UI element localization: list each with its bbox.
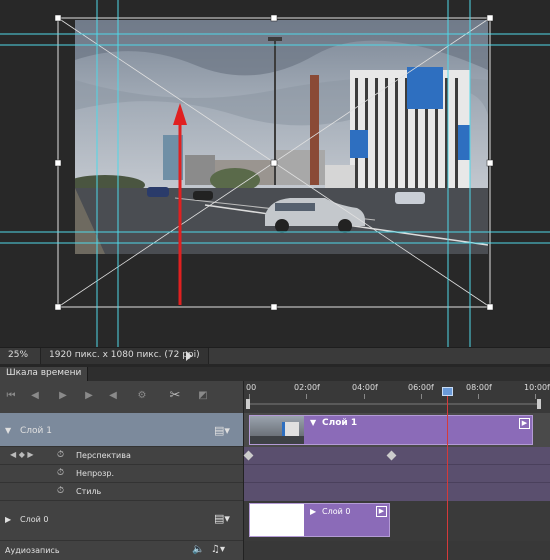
keyframe-diamond[interactable] [386, 450, 397, 461]
audio-track-label: Аудиозапись [5, 546, 60, 555]
settings-gear-icon[interactable]: ⚙ [135, 389, 149, 403]
expand-toggle-icon[interactable]: ▶ [5, 515, 11, 524]
ruler-label: 06:00f [408, 383, 434, 392]
tracks-area[interactable]: ▼ Слой 1 ▶ ▶ Слой 0 ▶ [243, 413, 550, 560]
clip-title: Слой 0 [322, 507, 351, 516]
ruler-label: 10:00f [524, 383, 550, 392]
ruler-tick [478, 394, 479, 399]
clip-layer-1[interactable]: ▼ Слой 1 ▶ [249, 415, 533, 445]
ruler-label: 00 [246, 383, 257, 392]
document-canvas[interactable] [0, 0, 550, 347]
property-label: Стиль [76, 487, 102, 496]
next-frame-icon[interactable]: ▶ [82, 389, 96, 403]
zoom-level[interactable]: 25% [8, 350, 28, 360]
clip-menu-icon[interactable]: ▶ [519, 418, 530, 429]
ruler-tick [421, 394, 422, 399]
property-label: Перспектива [76, 451, 131, 460]
doc-info-menu-icon[interactable] [186, 351, 192, 361]
clip-thumbnail [250, 504, 304, 536]
layer-row-1[interactable]: ▼ Слой 1 ▤▾ [0, 413, 243, 447]
layers-list: ▼ Слой 1 ▤▾ ◀ ◆ ▶ ⏱ Перспектива ⏱ Непроз… [0, 413, 243, 560]
stopwatch-icon[interactable]: ⏱ [57, 450, 64, 460]
status-bar: 25% 1920 пикс. x 1080 пикс. (72 ppi) [0, 347, 550, 364]
property-tracks [243, 447, 550, 501]
work-area-bar[interactable] [250, 403, 537, 405]
ruler-label: 08:00f [466, 383, 492, 392]
stopwatch-icon[interactable]: ⏱ [57, 486, 64, 496]
film-strip-icon[interactable]: ▤▾ [214, 424, 230, 437]
mute-speaker-icon[interactable]: 🔈 [192, 544, 204, 555]
transition-icon[interactable]: ◩ [196, 389, 210, 403]
canvas-overlay [0, 0, 550, 347]
split-scissors-icon[interactable]: ✂ [168, 389, 182, 403]
transform-handles [54, 14, 494, 311]
keyframe-diamond[interactable] [243, 450, 254, 461]
track-layer-0: ▶ Слой 0 ▶ [244, 501, 550, 541]
expand-clip-icon[interactable]: ▶ [310, 507, 316, 516]
clip-menu-icon[interactable]: ▶ [376, 506, 387, 517]
time-ruler[interactable]: 00 02:00f 04:00f 06:00f 08:00f 10:00f [243, 381, 550, 413]
document-info: 1920 пикс. x 1080 пикс. (72 ppi) [40, 348, 209, 364]
ruler-tick [535, 394, 536, 399]
ruler-label: 04:00f [352, 383, 378, 392]
clip-thumbnail [250, 416, 304, 444]
ruler-tick [306, 394, 307, 399]
playhead-handle[interactable] [442, 387, 453, 396]
film-strip-icon[interactable]: ▤▾ [214, 512, 230, 525]
clip-layer-0[interactable]: ▶ Слой 0 ▶ [249, 503, 390, 537]
property-row-style[interactable]: ⏱ Стиль [0, 483, 243, 501]
go-to-first-frame-icon[interactable]: ⏮ [4, 389, 18, 403]
music-note-icon[interactable]: ♫▾ [211, 544, 225, 555]
audio-toggle-icon[interactable]: ◀ [106, 389, 120, 403]
tab-timeline-label: Шкала времени [6, 368, 82, 378]
timeline-panel-header: Шкала времени [0, 367, 550, 382]
ruler-label: 02:00f [294, 383, 320, 392]
guide-lines [0, 0, 550, 347]
audio-track [244, 541, 550, 560]
audio-track-row[interactable]: Аудиозапись 🔈 ♫▾ [0, 541, 243, 560]
property-row-perspective[interactable]: ◀ ◆ ▶ ⏱ Перспектива [0, 447, 243, 465]
expand-clip-icon[interactable]: ▼ [310, 418, 316, 427]
layer-row-0[interactable]: ▶ Слой 0 ▤▾ [0, 501, 243, 541]
keyframe-nav-icon[interactable]: ◀ ◆ ▶ [10, 450, 34, 459]
transport-controls: ⏮ ◀ ▶ ▶ ◀ ⚙ ✂ ◩ [0, 381, 243, 414]
property-label: Непрозр. [76, 469, 115, 478]
red-arrow [173, 103, 187, 305]
layer-name: Слой 0 [20, 515, 49, 524]
expand-toggle-icon[interactable]: ▼ [5, 426, 11, 435]
play-icon[interactable]: ▶ [56, 389, 70, 403]
tab-timeline[interactable]: Шкала времени [0, 367, 89, 381]
ruler-tick [364, 394, 365, 399]
playhead-line [447, 395, 448, 560]
property-row-opacity[interactable]: ⏱ Непрозр. [0, 465, 243, 483]
layer-name: Слой 1 [20, 426, 52, 436]
previous-frame-icon[interactable]: ◀ [28, 389, 42, 403]
stopwatch-icon[interactable]: ⏱ [57, 468, 64, 478]
track-layer-1: ▼ Слой 1 ▶ [244, 413, 550, 447]
work-area-end-handle[interactable] [537, 399, 541, 409]
clip-title: Слой 1 [322, 418, 358, 428]
